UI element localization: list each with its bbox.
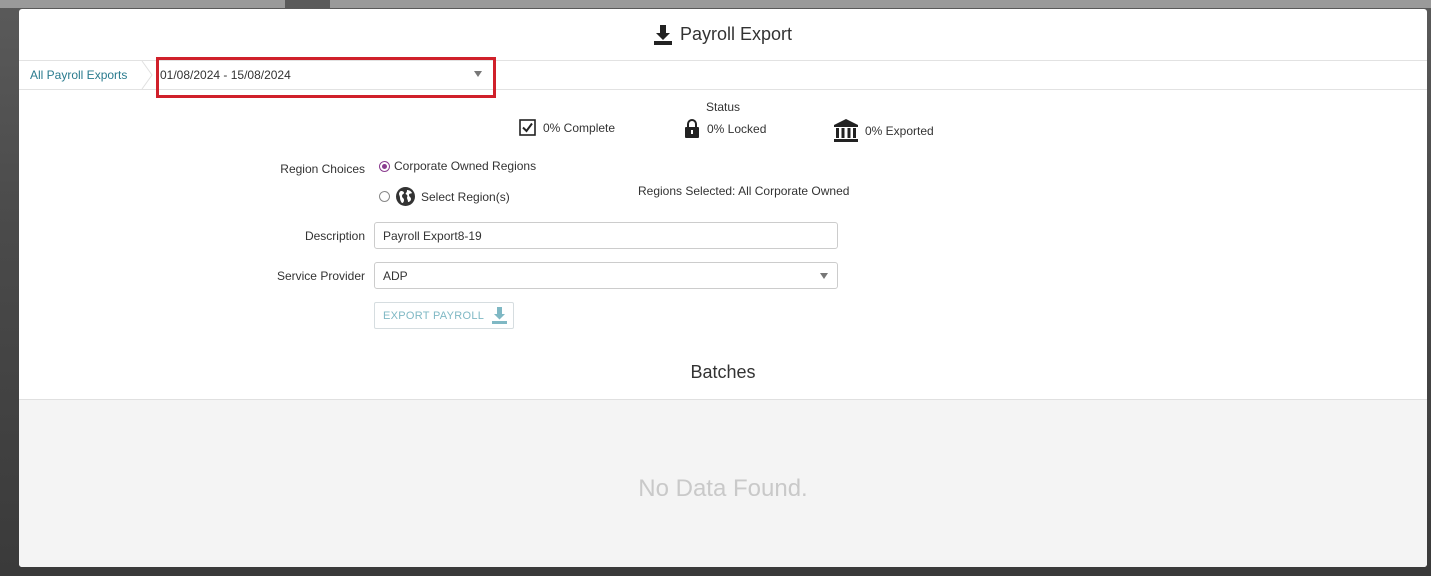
bank-icon	[834, 119, 858, 142]
status-complete: 0% Complete	[519, 119, 615, 136]
radio-select-regions[interactable]: Select Region(s)	[379, 187, 510, 206]
backdrop-strip	[0, 0, 285, 8]
breadcrumb-all-payroll-exports[interactable]: All Payroll Exports	[19, 61, 141, 89]
description-label: Description	[304, 229, 365, 243]
chevron-down-icon	[820, 273, 828, 279]
radio-button-unchecked[interactable]	[379, 191, 390, 202]
checkbox-checked-icon	[519, 119, 536, 136]
download-icon	[492, 307, 508, 324]
radio-corporate-owned[interactable]: Corporate Owned Regions	[379, 159, 536, 173]
status-label: Status	[705, 100, 741, 114]
globe-icon	[396, 187, 415, 206]
page-header: Payroll Export	[19, 9, 1427, 61]
date-range-value: 01/08/2024 - 15/08/2024	[160, 68, 291, 82]
chevron-down-icon	[474, 71, 482, 77]
page-title: Payroll Export	[679, 24, 793, 44]
status-exported-text: 0% Exported	[865, 123, 934, 138]
export-payroll-label: EXPORT PAYROLL	[383, 309, 485, 322]
radio-button-checked[interactable]	[379, 160, 390, 172]
service-provider-value: ADP	[383, 268, 408, 283]
regions-selected-text: Regions Selected: All Corporate Owned	[638, 184, 850, 198]
batches-table-area: No Data Found.	[19, 399, 1427, 567]
payroll-export-panel: Payroll Export All Payroll Exports 01/08…	[19, 9, 1427, 567]
status-exported: 0% Exported	[834, 119, 934, 142]
toolbar: All Payroll Exports 01/08/2024 - 15/08/2…	[19, 61, 1427, 90]
download-icon	[653, 24, 672, 45]
status-complete-text: 0% Complete	[543, 120, 616, 135]
status-locked-text: 0% Locked	[707, 121, 767, 136]
radio-corporate-owned-label: Corporate Owned Regions	[394, 159, 537, 173]
region-choices-label: Region Choices	[280, 162, 365, 176]
date-range-select[interactable]: 01/08/2024 - 15/08/2024	[160, 64, 495, 86]
backdrop-strip	[330, 0, 1431, 8]
batches-title: Batches	[690, 362, 756, 382]
description-input[interactable]	[374, 222, 838, 249]
no-data-message: No Data Found.	[638, 475, 808, 502]
lock-icon	[685, 119, 699, 138]
breadcrumb-separator	[141, 61, 153, 89]
service-provider-label: Service Provider	[276, 269, 365, 283]
export-payroll-button[interactable]: EXPORT PAYROLL	[374, 302, 514, 329]
radio-select-regions-label: Select Region(s)	[421, 189, 510, 204]
status-locked: 0% Locked	[684, 119, 766, 138]
service-provider-select[interactable]: ADP	[374, 262, 838, 289]
